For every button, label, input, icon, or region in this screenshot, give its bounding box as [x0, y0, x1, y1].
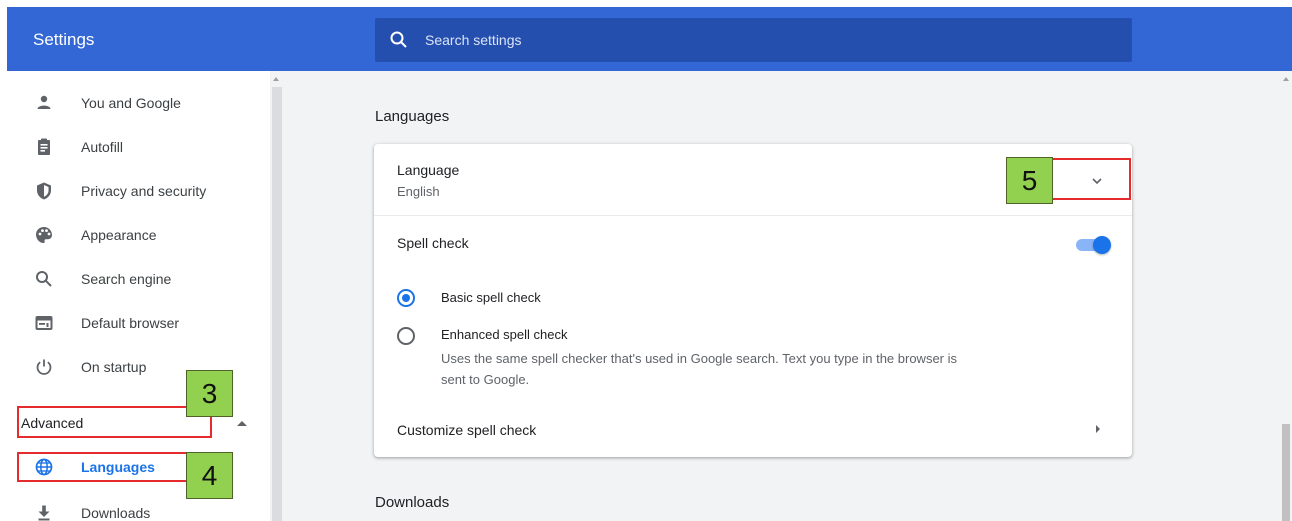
- sidebar-item-label: On startup: [81, 359, 147, 375]
- section-title-languages: Languages: [375, 108, 450, 125]
- spell-check-label: Spell check: [397, 235, 469, 251]
- highlight-box-advanced: [17, 406, 212, 438]
- main-content: Languages Language English Spell check B…: [284, 71, 1280, 521]
- chevron-right-icon[interactable]: [1096, 425, 1100, 433]
- toggle-knob: [1093, 236, 1111, 254]
- search-box[interactable]: [375, 18, 1132, 62]
- sidebar-item-label: Search engine: [81, 271, 172, 287]
- sidebar-item-search-engine[interactable]: Search engine: [7, 259, 270, 299]
- sidebar-item-label: Privacy and security: [81, 183, 207, 199]
- main-scrollbar-thumb[interactable]: [1282, 424, 1290, 521]
- sidebar-scrollbar[interactable]: [270, 71, 284, 521]
- section-title-downloads: Downloads: [375, 494, 450, 511]
- shield-icon: [37, 182, 51, 200]
- sidebar-item-appearance[interactable]: Appearance: [7, 215, 270, 255]
- enhanced-spell-check-description: Uses the same spell checker that's used …: [441, 351, 958, 387]
- download-icon: [38, 505, 50, 521]
- scroll-up-arrow-icon[interactable]: [273, 77, 279, 81]
- clipboard-icon: [38, 138, 50, 155]
- sidebar-item-label: Autofill: [81, 139, 124, 155]
- browser-window-icon: [35, 316, 53, 330]
- chevron-up-icon[interactable]: [237, 421, 247, 426]
- spell-check-toggle[interactable]: [1074, 236, 1111, 254]
- sidebar-item-label: Default browser: [81, 315, 180, 331]
- sidebar-item-label: Appearance: [81, 227, 157, 243]
- sidebar-item-label: Downloads: [81, 505, 151, 521]
- search-input[interactable]: [425, 18, 1115, 62]
- customize-spell-check-link[interactable]: Customize spell check: [397, 422, 536, 438]
- step-badge-3: 3: [186, 370, 233, 417]
- highlight-box-languages: [17, 452, 212, 482]
- sidebar-scrollbar-thumb[interactable]: [272, 87, 282, 521]
- basic-spell-check-label: Basic spell check: [441, 290, 541, 305]
- step-badge-5: 5: [1006, 157, 1053, 204]
- scroll-up-arrow-icon[interactable]: [1283, 77, 1289, 81]
- step-badge-4: 4: [186, 452, 233, 499]
- sidebar-item-you-and-google[interactable]: You and Google: [7, 83, 270, 123]
- search-icon: [390, 31, 407, 48]
- palette-icon: [36, 227, 52, 243]
- top-bar: Settings: [7, 7, 1292, 71]
- sidebar-item-label: You and Google: [81, 95, 181, 111]
- main-scrollbar[interactable]: [1280, 71, 1292, 521]
- divider: [374, 215, 1132, 216]
- sidebar-item-privacy-and-security[interactable]: Privacy and security: [7, 171, 270, 211]
- app-title: Settings: [33, 30, 95, 49]
- language-value: English: [397, 184, 440, 199]
- person-icon: [37, 95, 51, 109]
- sidebar-item-autofill[interactable]: Autofill: [7, 127, 270, 167]
- enhanced-spell-check-radio[interactable]: [397, 327, 415, 345]
- enhanced-spell-check-label: Enhanced spell check: [441, 327, 568, 342]
- power-icon: [36, 359, 52, 375]
- basic-spell-check-radio[interactable]: [397, 289, 415, 307]
- language-title: Language: [397, 162, 460, 178]
- sidebar-item-default-browser[interactable]: Default browser: [7, 303, 270, 343]
- search-icon: [36, 271, 52, 287]
